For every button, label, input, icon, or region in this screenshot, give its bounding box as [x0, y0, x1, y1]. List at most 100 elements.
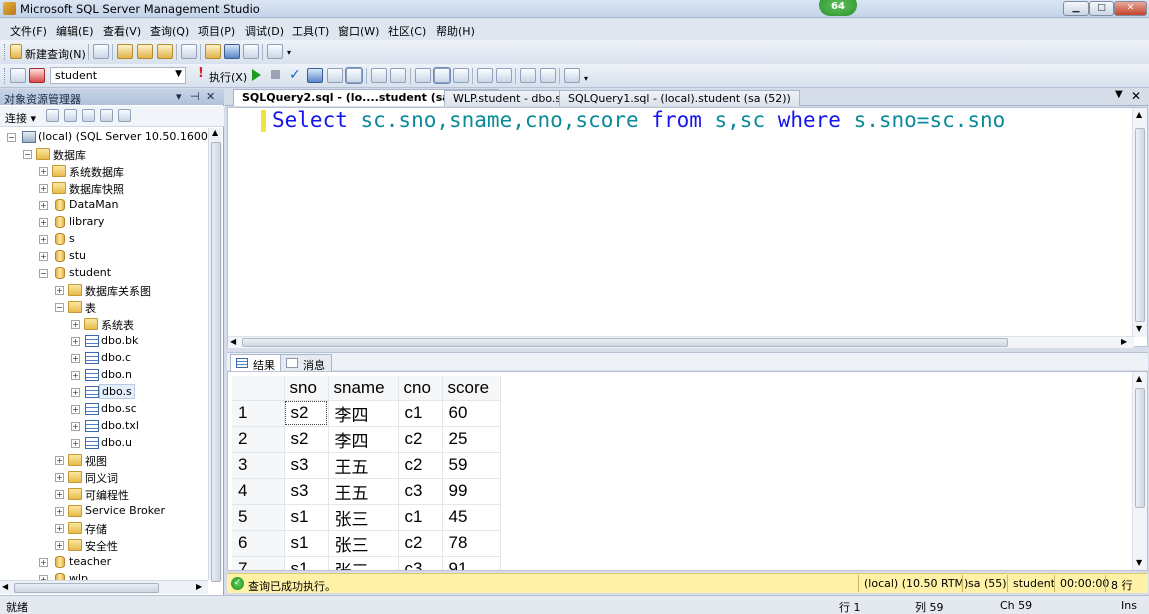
expand-icon[interactable]: + [39, 201, 48, 210]
expand-icon[interactable]: + [55, 541, 64, 550]
tab-wlp-student-dbo-s[interactable]: WLP.student - dbo.s [444, 90, 571, 106]
grid-cell[interactable]: c2 [398, 530, 443, 557]
expand-icon[interactable]: + [71, 405, 80, 414]
menu-tools[interactable]: 工具(T) [292, 23, 329, 39]
menu-view[interactable]: 查看(V) [103, 23, 141, 39]
scroll-thumb[interactable] [211, 142, 221, 582]
grid-cell[interactable]: 91 [442, 556, 501, 570]
debug-play-icon[interactable] [252, 69, 261, 81]
parse-check-icon[interactable]: ✓ [289, 67, 301, 83]
toolbar-overflow-icon[interactable]: ▾ [584, 74, 588, 83]
expand-icon[interactable]: + [55, 507, 64, 516]
expand-icon[interactable]: + [71, 337, 80, 346]
expand-icon[interactable]: + [55, 524, 64, 533]
save-icon[interactable] [224, 44, 240, 59]
expand-icon[interactable]: + [55, 473, 64, 482]
grid-cell[interactable]: 60 [442, 400, 501, 427]
open-file-icon[interactable] [205, 44, 221, 59]
execute-icon[interactable]: ! [198, 66, 204, 81]
results-to-file-icon[interactable] [453, 68, 469, 83]
refresh-icon[interactable] [118, 109, 131, 122]
scroll-right-icon[interactable]: ▶ [1121, 337, 1127, 346]
grid-cell[interactable]: 张三 [328, 556, 399, 570]
expand-icon[interactable]: + [71, 371, 80, 380]
grid-cell[interactable]: s3 [284, 478, 329, 505]
new-query-button[interactable]: 新建查询(N) [25, 46, 86, 62]
grid-cell[interactable]: s2 [284, 400, 329, 427]
menu-window[interactable]: 窗口(W) [338, 23, 379, 39]
client-stats-icon[interactable] [390, 68, 406, 83]
grid-cell[interactable]: 李四 [328, 426, 399, 453]
expand-icon[interactable]: + [39, 167, 48, 176]
query-editor[interactable]: Select sc.sno,sname,cno,score from s,sc … [227, 107, 1148, 348]
scroll-thumb[interactable] [1135, 388, 1145, 508]
increase-indent-icon[interactable] [540, 68, 556, 83]
expand-icon[interactable]: + [39, 252, 48, 261]
tab-results[interactable]: 结果 [230, 354, 282, 372]
grid-cell[interactable]: c2 [398, 426, 443, 453]
grid-cell[interactable]: 李四 [328, 400, 399, 427]
scroll-down-icon[interactable]: ▼ [1136, 324, 1142, 333]
menu-debug[interactable]: 调试(D) [245, 23, 284, 39]
toolbar-grip[interactable] [4, 68, 7, 84]
scroll-left-icon[interactable]: ◀ [230, 337, 236, 346]
grid-cell[interactable]: 45 [442, 504, 501, 531]
expand-icon[interactable]: + [71, 439, 80, 448]
table-row[interactable]: 7 s1 张三 c3 91 [232, 556, 501, 570]
comment-icon[interactable] [477, 68, 493, 83]
results-vscrollbar[interactable]: ▲ ▼ [1132, 372, 1147, 570]
tab-sqlquery1[interactable]: SQLQuery1.sql - (local).student (sa (52)… [559, 90, 800, 106]
new-query-icon[interactable] [10, 44, 22, 59]
scroll-up-icon[interactable]: ▲ [1136, 374, 1142, 383]
include-plan-icon[interactable] [371, 68, 387, 83]
column-header[interactable]: sno [284, 376, 329, 401]
expand-icon[interactable]: + [39, 235, 48, 244]
close-tab-icon[interactable]: ✕ [1131, 89, 1141, 103]
pin-icon[interactable]: ⊣ [190, 90, 200, 103]
grid-cell[interactable]: 78 [442, 530, 501, 557]
grid-cell[interactable]: s3 [284, 452, 329, 479]
expand-icon[interactable]: + [55, 490, 64, 499]
uncomment-icon[interactable] [496, 68, 512, 83]
minimize-button[interactable]: ▁ [1063, 1, 1089, 16]
scroll-left-icon[interactable]: ◀ [2, 582, 8, 591]
expand-icon[interactable]: + [71, 320, 80, 329]
object-explorer-hscrollbar[interactable]: ◀ ▶ [0, 580, 208, 594]
grid-cell[interactable]: 99 [442, 478, 501, 505]
grid-cell[interactable]: c3 [398, 478, 443, 505]
expand-icon[interactable]: + [39, 218, 48, 227]
expand-icon[interactable]: + [71, 388, 80, 397]
collapse-icon[interactable]: − [23, 150, 32, 159]
sql-code[interactable]: Select sc.sno,sname,cno,score from s,sc … [272, 108, 1005, 132]
results-grid-icon[interactable] [433, 67, 451, 84]
connect-icon[interactable] [10, 68, 26, 83]
scroll-thumb[interactable] [1135, 128, 1145, 322]
grid-cell[interactable]: 张三 [328, 504, 399, 531]
query-designer-icon[interactable] [327, 68, 343, 83]
grid-cell[interactable]: 王五 [328, 478, 399, 505]
analysis-query-icon[interactable] [137, 44, 153, 59]
grid-cell[interactable]: s1 [284, 556, 329, 570]
scroll-up-icon[interactable]: ▲ [1136, 110, 1142, 119]
menu-edit[interactable]: 编辑(E) [56, 23, 94, 39]
editor-vscrollbar[interactable]: ▲ ▼ [1132, 108, 1147, 337]
results-to-text-icon[interactable] [415, 68, 431, 83]
column-header[interactable]: sname [328, 376, 399, 401]
execute-button[interactable]: 执行(X) [209, 69, 247, 85]
scroll-down-icon[interactable]: ▼ [1136, 558, 1142, 567]
collapse-icon[interactable]: − [39, 269, 48, 278]
table-row[interactable]: 6 s1 张三 c2 78 [232, 530, 501, 557]
disconnect-icon[interactable] [29, 68, 45, 83]
connect-dropdown[interactable]: 连接 ▾ [5, 110, 36, 126]
menu-project[interactable]: 项目(P) [198, 23, 235, 39]
collapse-icon[interactable]: − [55, 303, 64, 312]
grid-cell[interactable]: s1 [284, 530, 329, 557]
tab-list-icon[interactable]: ▼ [1115, 89, 1123, 100]
save-all-icon[interactable] [243, 44, 259, 59]
db-engine-query-icon[interactable] [117, 44, 133, 59]
results-grid[interactable]: sno sname cno score 1 s2 李四 c1 60 2 s2 李四 c2 25 3 s… [232, 376, 501, 570]
grid-cell[interactable]: c1 [398, 504, 443, 531]
toolbar-grip[interactable] [4, 44, 7, 60]
table-row[interactable]: 1 s2 李四 c1 60 [232, 400, 501, 427]
cancel-query-icon[interactable] [271, 70, 280, 79]
